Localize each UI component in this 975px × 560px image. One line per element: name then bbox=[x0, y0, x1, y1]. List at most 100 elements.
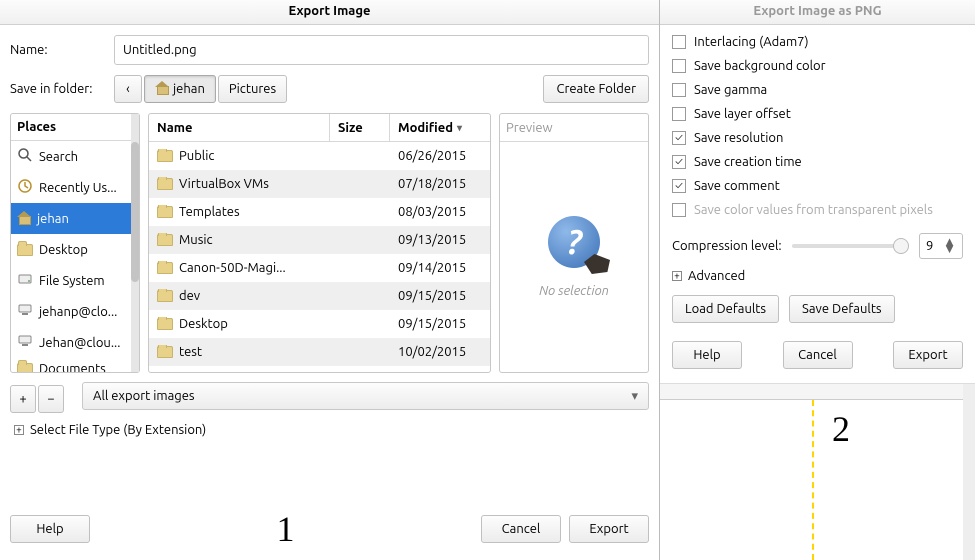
option-label: Interlacing (Adam7) bbox=[694, 35, 809, 49]
file-browser: Name Size Modified ▾ Public06/26/2015Vir… bbox=[148, 113, 491, 373]
file-row[interactable]: test 10/02/2015 bbox=[149, 338, 490, 366]
chevron-down-icon: ▾ bbox=[457, 122, 462, 134]
recent-icon bbox=[17, 178, 33, 197]
file-name: dev bbox=[179, 289, 200, 303]
net-icon bbox=[17, 333, 33, 352]
folder-icon bbox=[157, 150, 173, 162]
places-item-label: Jehan@clou... bbox=[39, 336, 120, 350]
file-name: test bbox=[179, 345, 202, 359]
file-name: Templates bbox=[179, 205, 240, 219]
places-item[interactable]: Desktop bbox=[11, 234, 139, 265]
canvas-backdrop: 2 bbox=[660, 383, 975, 560]
compression-label: Compression level: bbox=[672, 239, 782, 253]
folder-icon bbox=[157, 318, 173, 330]
annotation-number-2: 2 bbox=[826, 408, 856, 450]
remove-bookmark-button[interactable]: − bbox=[38, 385, 64, 413]
file-modified: 08/03/2015 bbox=[390, 205, 490, 219]
no-preview-icon: ? bbox=[548, 216, 600, 268]
file-name: Desktop bbox=[179, 317, 228, 331]
filetype-expander[interactable]: + Select File Type (By Extension) bbox=[10, 413, 649, 447]
file-modified: 09/15/2015 bbox=[390, 317, 490, 331]
option-label: Save comment bbox=[694, 179, 780, 193]
column-size[interactable]: Size bbox=[330, 114, 390, 141]
file-name: Music bbox=[179, 233, 213, 247]
no-selection-text: No selection bbox=[539, 284, 609, 298]
file-name: Canon-50D-Magi... bbox=[179, 261, 286, 275]
places-item-label: File System bbox=[39, 274, 105, 288]
preview-header: Preview bbox=[500, 114, 648, 142]
checkbox-icon bbox=[672, 107, 686, 121]
help-button[interactable]: Help bbox=[10, 515, 90, 543]
folder-icon bbox=[157, 206, 173, 218]
export-button[interactable]: Export bbox=[893, 341, 963, 369]
canvas-ruler bbox=[660, 384, 971, 400]
places-item[interactable]: jehanp@clo... bbox=[11, 296, 139, 327]
breadcrumb-segment-pictures[interactable]: Pictures bbox=[218, 75, 287, 103]
home-icon bbox=[17, 213, 31, 225]
file-row[interactable]: VirtualBox VMs07/18/2015 bbox=[149, 170, 490, 198]
folder-icon bbox=[157, 178, 173, 190]
dialog-title: Export Image bbox=[0, 0, 659, 25]
folder-icon bbox=[17, 363, 33, 372]
spin-arrows-icon: ▲▼ bbox=[943, 239, 956, 253]
places-item[interactable]: Jehan@clou... bbox=[11, 327, 139, 358]
places-item[interactable]: jehan bbox=[11, 203, 139, 234]
breadcrumb-segment-jehan[interactable]: jehan bbox=[144, 75, 216, 103]
compression-slider[interactable] bbox=[792, 244, 909, 248]
canvas-scrollbar[interactable] bbox=[963, 384, 975, 560]
png-option[interactable]: Save comment bbox=[672, 179, 963, 193]
places-item[interactable]: Recently Us... bbox=[11, 172, 139, 203]
save-defaults-button[interactable]: Save Defaults bbox=[789, 295, 895, 323]
png-option[interactable]: Save resolution bbox=[672, 131, 963, 145]
file-row[interactable]: Desktop 09/15/2015 bbox=[149, 310, 490, 338]
help-button[interactable]: Help bbox=[672, 341, 742, 369]
file-row[interactable]: Templates 08/03/2015 bbox=[149, 198, 490, 226]
load-defaults-button[interactable]: Load Defaults bbox=[672, 295, 779, 323]
places-item[interactable]: Search bbox=[11, 141, 139, 172]
cancel-button[interactable]: Cancel bbox=[783, 341, 853, 369]
places-item[interactable]: File System bbox=[11, 265, 139, 296]
png-option[interactable]: Interlacing (Adam7) bbox=[672, 35, 963, 49]
file-row[interactable]: Canon-50D-Magi...09/14/2015 bbox=[149, 254, 490, 282]
checkbox-icon bbox=[672, 131, 686, 145]
create-folder-button[interactable]: Create Folder bbox=[543, 75, 649, 103]
option-label: Save creation time bbox=[694, 155, 802, 169]
file-modified: 10/02/2015 bbox=[390, 345, 490, 359]
canvas-guide bbox=[812, 400, 814, 560]
compression-value: 9 bbox=[926, 239, 933, 253]
checkbox-icon bbox=[672, 59, 686, 73]
breadcrumb-back-button[interactable]: ‹ bbox=[114, 75, 142, 103]
compression-spinbox[interactable]: 9 ▲▼ bbox=[919, 233, 963, 259]
filename-input[interactable] bbox=[114, 35, 649, 65]
file-name: VirtualBox VMs bbox=[179, 177, 269, 191]
png-option: Save color values from transparent pixel… bbox=[672, 203, 963, 217]
folder-icon bbox=[157, 346, 173, 358]
places-item[interactable]: Documents bbox=[11, 358, 139, 372]
file-modified: 06/26/2015 bbox=[390, 149, 490, 163]
dialog-title: Export Image as PNG bbox=[660, 0, 975, 25]
png-option[interactable]: Save background color bbox=[672, 59, 963, 73]
png-option[interactable]: Save creation time bbox=[672, 155, 963, 169]
advanced-expander[interactable]: + Advanced bbox=[660, 265, 975, 287]
plus-icon: + bbox=[14, 425, 24, 435]
column-modified[interactable]: Modified ▾ bbox=[390, 114, 490, 141]
checkbox-icon bbox=[672, 179, 686, 193]
checkbox-icon bbox=[672, 35, 686, 49]
file-row[interactable]: Public06/26/2015 bbox=[149, 142, 490, 170]
places-scrollbar[interactable] bbox=[131, 114, 139, 372]
file-modified: 09/15/2015 bbox=[390, 289, 490, 303]
file-columns-header: Name Size Modified ▾ bbox=[149, 114, 490, 142]
export-button[interactable]: Export bbox=[569, 515, 649, 543]
file-row[interactable]: Music09/13/2015 bbox=[149, 226, 490, 254]
png-option[interactable]: Save gamma bbox=[672, 83, 963, 97]
png-option[interactable]: Save layer offset bbox=[672, 107, 963, 121]
file-filter-combo[interactable]: All export images ▾ bbox=[82, 382, 649, 410]
file-row[interactable]: dev 09/15/2015 bbox=[149, 282, 490, 310]
cancel-button[interactable]: Cancel bbox=[481, 515, 561, 543]
places-item-label: Desktop bbox=[39, 243, 88, 257]
column-name[interactable]: Name bbox=[149, 114, 330, 141]
add-bookmark-button[interactable]: + bbox=[10, 385, 36, 413]
name-label: Name: bbox=[10, 43, 114, 57]
folder-icon bbox=[157, 290, 173, 302]
save-in-label: Save in folder: bbox=[10, 82, 114, 96]
